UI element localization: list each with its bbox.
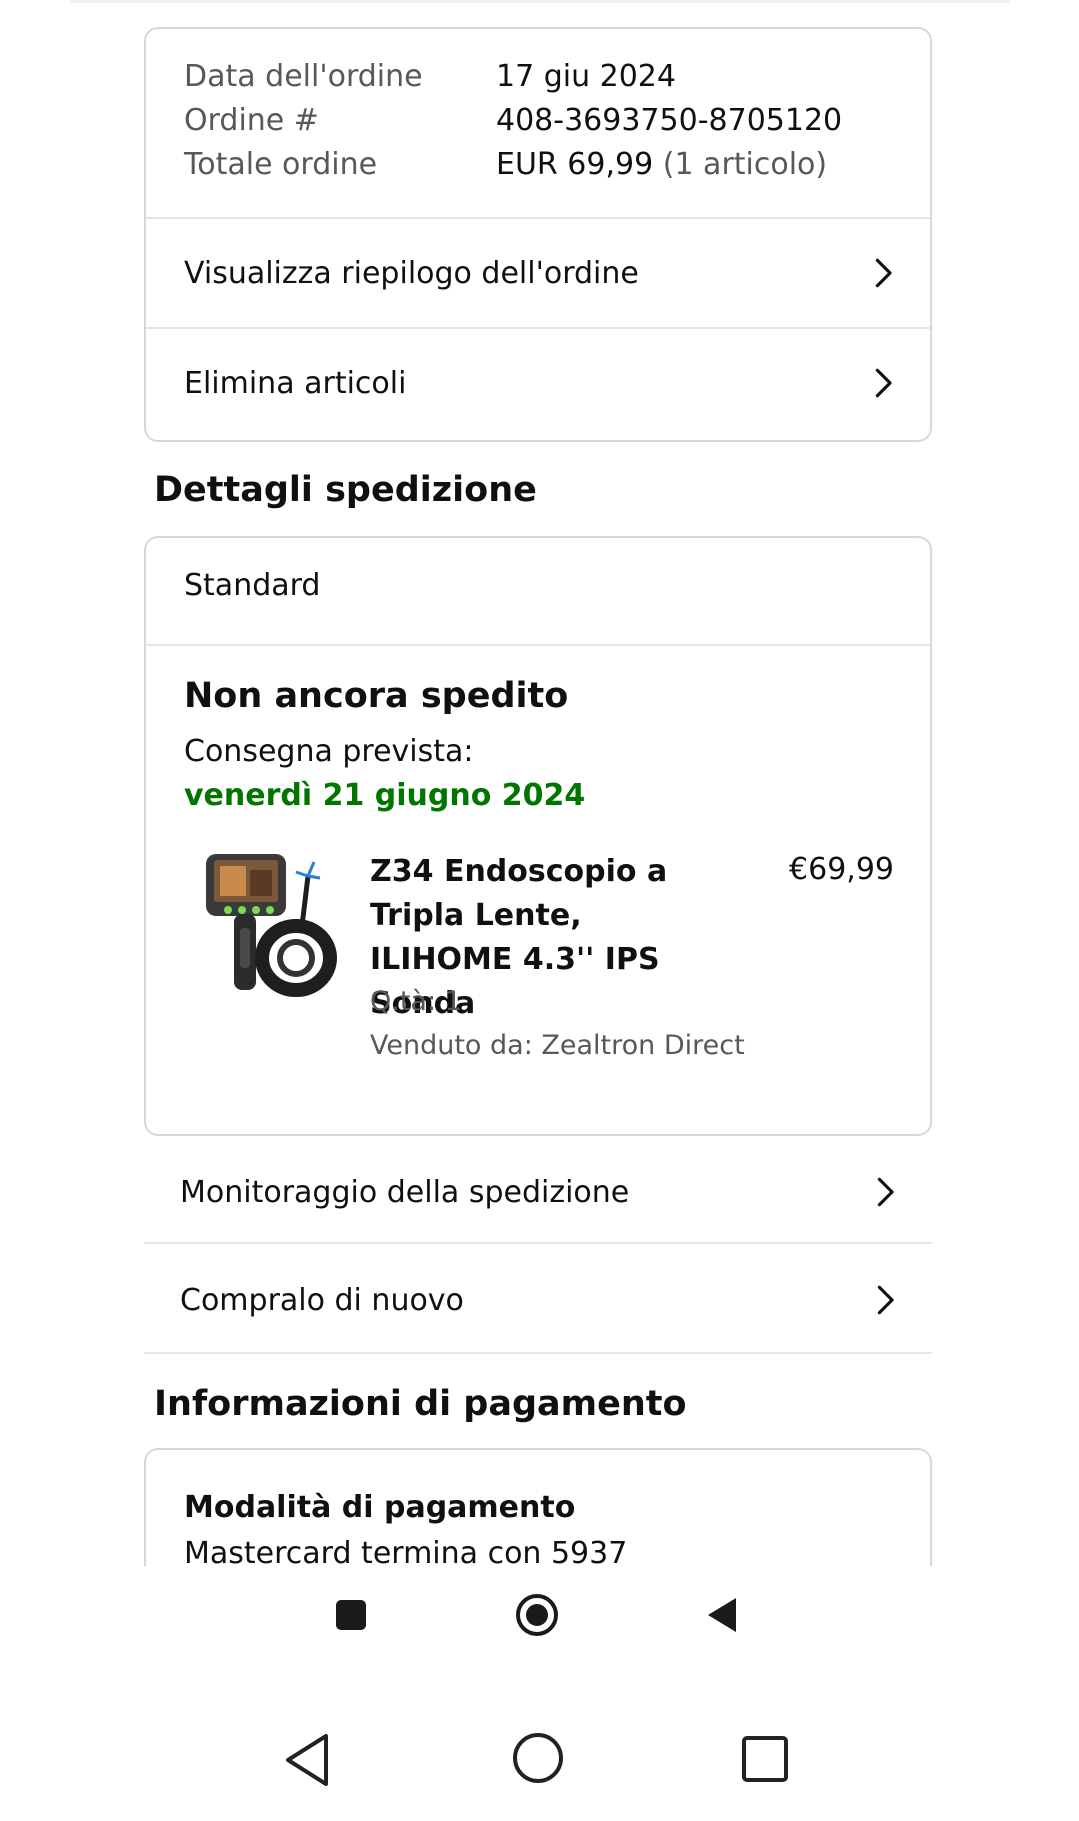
track-shipment-label: Monitoraggio della spedizione: [180, 1174, 630, 1210]
chevron-right-icon: [877, 1285, 894, 1315]
order-total-row: Totale ordine EUR 69,99 (1 articolo): [184, 147, 827, 183]
order-total-amount: EUR 69,99: [496, 147, 654, 182]
chevron-right-icon: [875, 368, 892, 398]
payment-section-title: Informazioni di pagamento: [154, 1384, 687, 1424]
order-date-row: Data dell'ordine 17 giu 2024: [184, 59, 676, 95]
back-triangle-icon[interactable]: [706, 1596, 740, 1634]
product-seller: Venduto da: Zealtron Direct: [370, 1030, 745, 1061]
recents-icon[interactable]: [740, 1734, 790, 1784]
shipping-type: Standard: [184, 568, 321, 603]
delete-items-button[interactable]: Elimina articoli: [146, 329, 930, 437]
product-price: €69,99: [789, 852, 894, 887]
back-icon[interactable]: [282, 1732, 332, 1788]
record-circle-icon[interactable]: [514, 1592, 560, 1638]
view-order-summary-label: Visualizza riepilogo dell'ordine: [184, 255, 639, 291]
payment-method-label: Modalità di pagamento: [184, 1490, 576, 1525]
divider: [144, 1242, 932, 1244]
track-shipment-button[interactable]: Monitoraggio della spedizione: [144, 1138, 932, 1246]
expected-delivery-date: venerdì 21 giugno 2024: [184, 778, 586, 813]
delete-items-label: Elimina articoli: [184, 365, 407, 401]
home-icon[interactable]: [510, 1730, 566, 1786]
top-divider: [70, 0, 1010, 3]
order-total-items: (1 articolo): [662, 147, 828, 182]
order-total-label: Totale ordine: [184, 147, 378, 182]
chevron-right-icon: [877, 1177, 894, 1207]
order-total-value: EUR 69,99 (1 articolo): [496, 147, 827, 183]
shipment-status: Non ancora spedito: [184, 676, 569, 716]
buy-again-button[interactable]: Compralo di nuovo: [144, 1246, 932, 1354]
expected-delivery-label: Consegna prevista:: [184, 734, 474, 769]
chevron-right-icon: [875, 258, 892, 288]
navigation-bar: [0, 1566, 1079, 1821]
divider: [146, 644, 930, 646]
divider: [144, 1352, 932, 1354]
product-quantity: Q.tà: 1: [370, 986, 462, 1017]
order-info-card: Data dell'ordine 17 giu 2024 Ordine # 40…: [144, 27, 932, 442]
shipping-card: Standard Non ancora spedito Consegna pre…: [144, 536, 932, 1136]
order-date-label: Data dell'ordine: [184, 59, 423, 94]
buy-again-label: Compralo di nuovo: [180, 1282, 464, 1318]
shipping-section-title: Dettagli spedizione: [154, 470, 537, 510]
stop-square-icon[interactable]: [334, 1598, 368, 1632]
order-number-value: 408-3693750-8705120: [496, 103, 843, 138]
order-number-label: Ordine #: [184, 103, 319, 138]
order-date-value: 17 giu 2024: [496, 59, 676, 94]
view-order-summary-button[interactable]: Visualizza riepilogo dell'ordine: [146, 219, 930, 327]
order-number-row: Ordine # 408-3693750-8705120: [184, 103, 842, 139]
payment-card: Modalità di pagamento Mastercard termina…: [144, 1448, 932, 1578]
product-image[interactable]: [198, 848, 338, 998]
